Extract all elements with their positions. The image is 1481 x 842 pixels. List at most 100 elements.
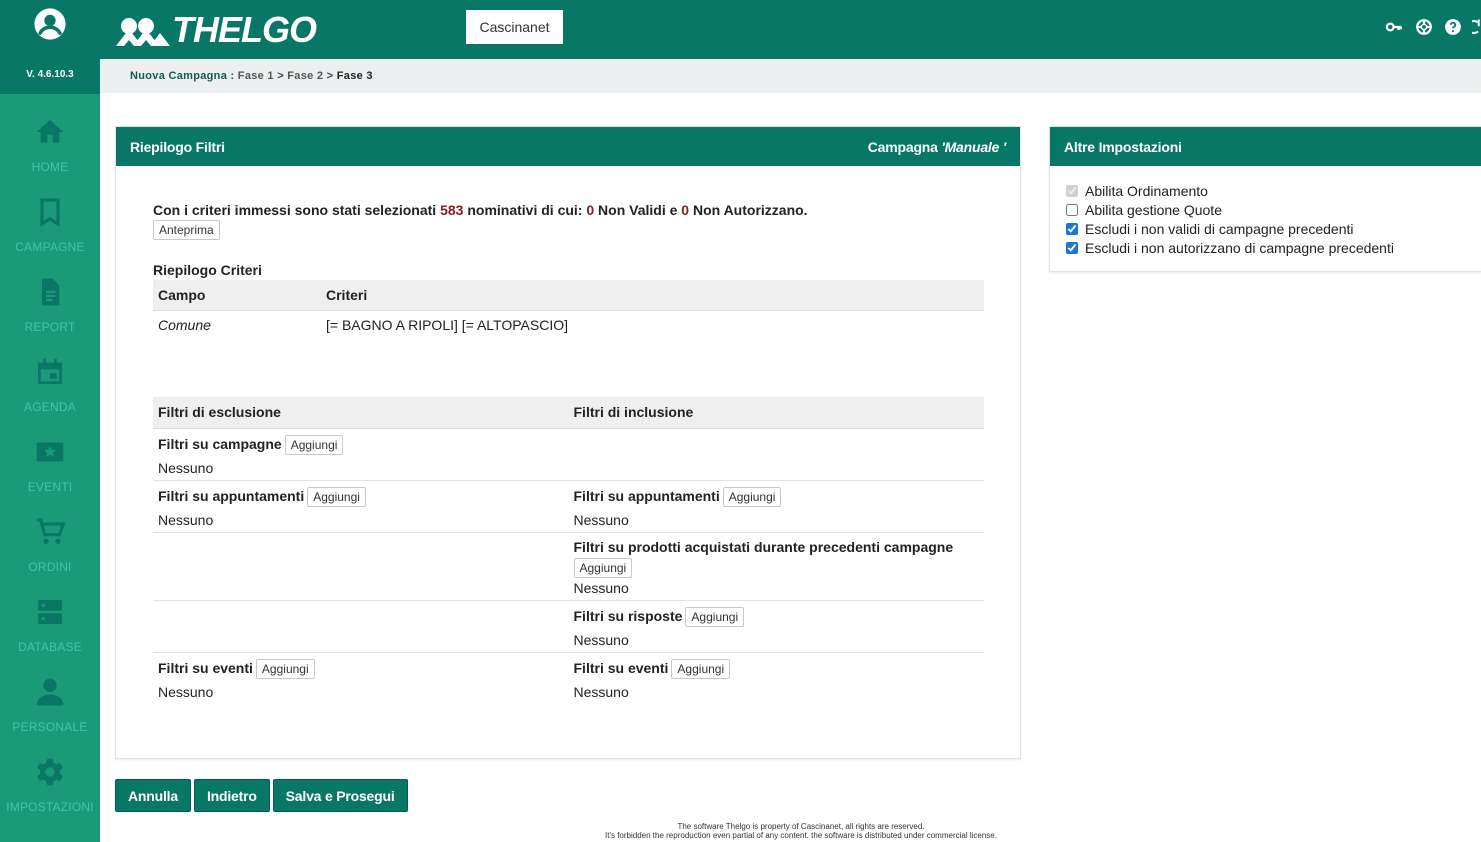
- app-version: V. 4.6.10.3: [26, 69, 74, 80]
- table-row: Filtri su campagne Aggiungi Nessuno: [153, 428, 984, 481]
- save-continue-button[interactable]: Salva e Prosegui: [272, 779, 408, 812]
- breadcrumb: Nuova Campagna : Fase 1 > Fase 2 > Fase …: [130, 70, 373, 82]
- option-label: Escludi i non validi di campagne precede…: [1085, 221, 1354, 237]
- filter-value: Nessuno: [158, 459, 214, 476]
- add-filter-button[interactable]: Aggiungi: [307, 486, 366, 507]
- star-ticket-icon: [36, 442, 64, 462]
- add-filter-button[interactable]: Aggiungi: [671, 658, 731, 679]
- empty-cell: [153, 532, 569, 601]
- filter-value: Nessuno: [158, 511, 214, 528]
- table-row: Filtri su risposte Aggiungi Nessuno: [153, 600, 984, 653]
- criteria-value: [= BAGNO A RIPOLI] [= ALTOPASCIO]: [326, 317, 568, 334]
- logo-text: THELGO: [172, 9, 317, 50]
- cancel-button[interactable]: Annulla: [115, 779, 191, 812]
- sidebar-item-database[interactable]: DATABASE: [0, 584, 100, 664]
- table-header-row: Campo Criteri: [153, 280, 984, 311]
- sidebar-item-ordini[interactable]: ORDINI: [0, 504, 100, 584]
- panel-header: Altre Impostazioni: [1050, 127, 1481, 166]
- invalid-label: Non Validi e: [594, 202, 682, 218]
- sidebar-item-eventi[interactable]: EVENTI: [0, 424, 100, 504]
- unauthorized-label: Non Autorizzano.: [689, 202, 808, 218]
- inclusion-filter-appuntamenti: Filtri su appuntamenti Aggiungi Nessuno: [568, 480, 984, 533]
- selected-count: 583: [440, 202, 464, 218]
- sidebar-item-label: EVENTI: [27, 480, 73, 494]
- table-row: Filtri su prodotti acquistati durante pr…: [153, 532, 984, 601]
- invalid-count: 0: [586, 202, 595, 218]
- checkbox-abilita-ordinamento[interactable]: [1066, 185, 1078, 197]
- sidebar-item-agenda[interactable]: AGENDA: [0, 344, 100, 424]
- inclusion-filter-risposte: Filtri su risposte Aggiungi Nessuno: [568, 600, 984, 653]
- gear-icon: [37, 758, 63, 786]
- filter-label: Filtri su appuntamenti: [573, 487, 720, 504]
- panel-title: Altre Impostazioni: [1064, 138, 1182, 155]
- option-label: Escludi i non autorizzano di campagne pr…: [1085, 240, 1394, 256]
- document-icon: [42, 278, 60, 306]
- filter-label: Filtri su campagne: [158, 435, 282, 452]
- sidebar-header: V. 4.6.10.3: [0, 0, 100, 94]
- add-filter-button[interactable]: Aggiungi: [722, 486, 782, 507]
- summary-prefix: Con i criteri immessi sono stati selezio…: [153, 202, 441, 218]
- database-icon: [38, 600, 62, 624]
- breadcrumb-separator: >: [323, 70, 337, 82]
- sidebar-item-personale[interactable]: PERSONALE: [0, 664, 100, 744]
- filter-label: Filtri su eventi: [158, 659, 253, 676]
- option-label: Abilita gestione Quote: [1085, 202, 1222, 218]
- checkbox-abilita-quote[interactable]: [1066, 204, 1078, 216]
- checkbox-escludi-non-autorizzano[interactable]: [1066, 242, 1078, 254]
- option-escludi-non-autorizzano[interactable]: Escludi i non autorizzano di campagne pr…: [1066, 240, 1394, 256]
- filter-label: Filtri su eventi: [573, 659, 669, 676]
- filter-value: Nessuno: [573, 579, 629, 596]
- tenant-button[interactable]: Cascinanet: [466, 10, 563, 44]
- checkbox-escludi-non-validi[interactable]: [1066, 223, 1078, 235]
- sidebar-item-label: REPORT: [24, 320, 76, 334]
- breadcrumb-step-3: Fase 3: [336, 70, 373, 82]
- lifebuoy-icon[interactable]: [1415, 18, 1433, 36]
- add-filter-button[interactable]: Aggiungi: [685, 606, 745, 627]
- app-logo[interactable]: THELGO: [114, 9, 317, 50]
- sidebar-item-label: IMPOSTAZIONI: [6, 800, 94, 814]
- empty-cell: [568, 428, 984, 481]
- action-bar: Annulla Indietro Salva e Prosegui: [115, 779, 408, 812]
- breadcrumb-root: Nuova Campagna: [130, 70, 228, 82]
- add-filter-button[interactable]: Aggiungi: [573, 557, 633, 578]
- filter-value: Nessuno: [158, 683, 214, 700]
- add-filter-button[interactable]: Aggiungi: [284, 434, 344, 455]
- logo-mark-icon: [116, 18, 170, 46]
- sidebar-item-label: PERSONALE: [12, 720, 88, 734]
- exclusion-filter-eventi: Filtri su eventi Aggiungi Nessuno: [153, 652, 569, 704]
- person-icon: [36, 678, 64, 706]
- add-filter-button[interactable]: Aggiungi: [255, 658, 315, 679]
- sidebar-item-impostazioni[interactable]: IMPOSTAZIONI: [0, 744, 100, 824]
- breadcrumb-step-1[interactable]: Fase 1: [238, 70, 274, 82]
- sidebar-item-home[interactable]: HOME: [0, 104, 100, 184]
- back-button[interactable]: Indietro: [193, 779, 270, 812]
- sidebar-item-report[interactable]: REPORT: [0, 264, 100, 344]
- inclusion-filter-prodotti: Filtri su prodotti acquistati durante pr…: [568, 532, 984, 601]
- inclusion-filter-eventi: Filtri su eventi Aggiungi Nessuno: [569, 652, 985, 704]
- campaign-type: 'Manuale ': [941, 138, 1006, 155]
- breadcrumb-step-2[interactable]: Fase 2: [287, 70, 323, 82]
- column-header-inclusion: Filtri di inclusione: [568, 397, 984, 429]
- option-abilita-ordinamento[interactable]: Abilita Ordinamento: [1066, 183, 1208, 199]
- option-abilita-quote[interactable]: Abilita gestione Quote: [1066, 202, 1222, 218]
- sidebar-item-label: AGENDA: [24, 400, 76, 414]
- key-icon[interactable]: [1385, 18, 1403, 36]
- selection-summary: Con i criteri immessi sono stati selezio…: [153, 202, 808, 218]
- campaign-type-label: Campagna 'Manuale ': [868, 139, 1006, 155]
- preview-button[interactable]: Anteprima: [153, 220, 220, 240]
- user-circle-icon[interactable]: [33, 7, 67, 41]
- summary-middle: nominativi di cui:: [463, 202, 587, 218]
- filter-value: Nessuno: [573, 683, 629, 700]
- power-icon[interactable]: [1472, 18, 1481, 36]
- breadcrumb-separator: >: [273, 70, 288, 82]
- help-icon[interactable]: [1444, 18, 1462, 36]
- option-escludi-non-validi[interactable]: Escludi i non validi di campagne precede…: [1066, 221, 1354, 237]
- sidebar-item-label: CAMPAGNE: [15, 240, 85, 254]
- footer-line-1: The software Thelgo is property of Casci…: [677, 822, 925, 831]
- filter-summary-panel: Riepilogo Filtri Campagna 'Manuale ' Con…: [115, 126, 1021, 759]
- sidebar-item-campagne[interactable]: CAMPAGNE: [0, 184, 100, 264]
- unauthorized-count: 0: [681, 202, 690, 218]
- filter-label: Filtri su appuntamenti: [158, 487, 305, 504]
- footer-line-2: It's forbidden the reproduction even par…: [605, 831, 997, 840]
- breadcrumb-bar: Nuova Campagna : Fase 1 > Fase 2 > Fase …: [100, 59, 1481, 93]
